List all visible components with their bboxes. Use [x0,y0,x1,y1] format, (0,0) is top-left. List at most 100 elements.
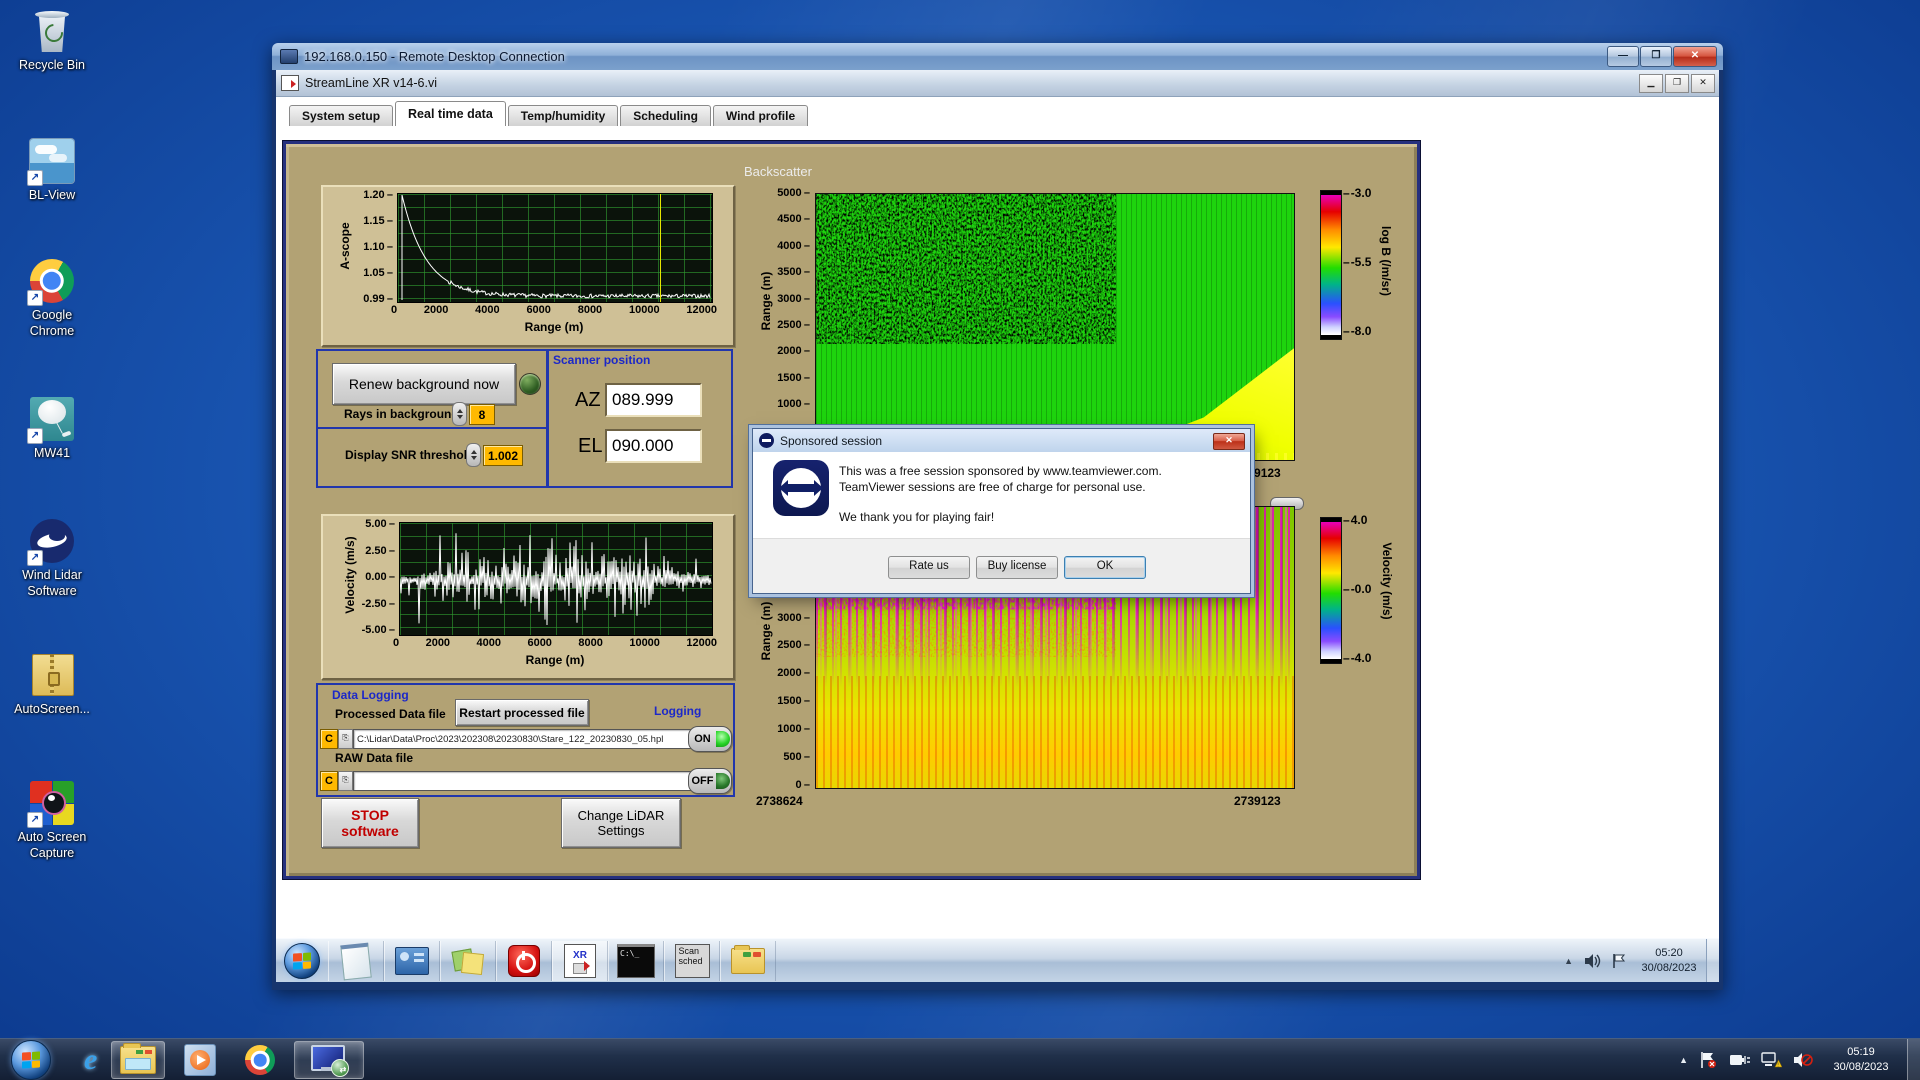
rdp-minimize-button[interactable]: — [1607,46,1639,67]
host-taskbar-explorer[interactable] [111,1041,166,1079]
host-power-battery-icon[interactable] [1728,1051,1750,1069]
rays-value[interactable]: 8 [469,404,495,425]
tab-wind-profile[interactable]: Wind profile [712,105,809,126]
tab-temp-humidity[interactable]: Temp/humidity [507,105,619,126]
remote-volume-icon[interactable] [1583,953,1601,969]
remote-taskbar-shutdown[interactable] [496,941,552,981]
tick-label: 3000 [777,293,810,305]
tick-label: 8000 [577,304,603,316]
remote-action-center-flag-icon[interactable] [1611,953,1627,969]
raw-logging-toggle[interactable]: OFF [688,768,732,794]
renew-background-button[interactable]: Renew background now [332,363,516,405]
background-led-indicator [519,373,541,395]
raw-path-field[interactable] [353,771,693,791]
snr-value[interactable]: 1.002 [483,445,523,466]
desktop-icon-wind-lidar[interactable]: ↗ Wind Lidar Software [8,518,96,599]
host-clock[interactable]: 05:19 30/08/2023 [1819,1045,1903,1075]
stop-software-button[interactable]: STOP software [321,798,419,848]
remote-taskbar-scan-scheduler[interactable]: Scan sched [664,941,720,981]
host-show-desktop-button[interactable] [1907,1039,1920,1080]
buy-license-button[interactable]: Buy license [976,556,1058,579]
tab-system-setup[interactable]: System setup [289,105,394,126]
tab-bar: System setup Real time data Temp/humidity S… [289,101,810,126]
app-close-button[interactable]: ✕ [1691,74,1715,93]
desktop-icon-mw41[interactable]: ↗ MW41 [8,396,96,462]
tab-scheduling[interactable]: Scheduling [620,105,711,126]
ascope-plot[interactable] [397,193,713,303]
tick-label: 4000 [476,637,501,649]
tick-label: 500 [783,751,810,763]
desktop-icon-auto-screen-capture[interactable]: ↗ Auto Screen Capture [8,780,96,861]
dialog-close-button[interactable]: ✕ [1213,433,1245,450]
desktop-icon-recycle-bin[interactable]: Recycle Bin [8,8,96,74]
processed-path-field[interactable]: C:\Lidar\Data\Proc\2023\202308\20230830\… [353,729,693,749]
rdp-title-bar[interactable]: 192.168.0.150 - Remote Desktop Connectio… [272,43,1723,70]
remote-clock[interactable]: 05:20 30/08/2023 [1632,946,1706,976]
remote-taskbar: XR C:\_ Scan sched ▲ 05:20 30/08/2023 [276,938,1719,982]
snr-label: Display SNR threshold [345,448,475,462]
backscatter-colorbar [1320,190,1342,340]
rdp-monitor-icon: ⇄ [311,1045,350,1077]
host-taskbar-rdp[interactable]: ⇄ [294,1041,365,1079]
on-lens-icon [716,731,730,747]
ok-button[interactable]: OK [1064,556,1146,579]
rdp-maximize-button[interactable]: ❐ [1640,46,1672,67]
el-value[interactable]: 090.000 [605,429,702,463]
change-lidar-settings-button[interactable]: Change LiDAR Settings [561,798,681,848]
host-action-center-flag-icon[interactable] [1698,1051,1718,1069]
processed-drive-letter[interactable]: C [320,729,338,749]
processed-browse-icon[interactable]: ⎘ [338,729,353,749]
backscatter-heatmap[interactable] [815,193,1295,461]
remote-taskbar-cmd[interactable]: C:\_ [608,941,664,981]
tick-label: 0 [393,637,400,649]
host-taskbar-ie[interactable]: e [76,1042,105,1078]
app-title-bar[interactable]: StreamLine XR v14-6.vi ▁ ❐ ✕ [276,70,1719,97]
desktop-icon-bl-view[interactable]: ↗ BL-View [8,138,96,204]
rdp-close-button[interactable]: ✕ [1673,46,1717,67]
logging-label: Logging [654,704,702,718]
raw-browse-icon[interactable]: ⎘ [338,771,353,791]
rays-spinner[interactable] [452,402,467,426]
tick-label: 4000 [777,240,810,252]
host-network-warning-icon[interactable]: ! [1760,1051,1782,1069]
rate-us-button[interactable]: Rate us [888,556,970,579]
xr-vi-icon: XR [564,944,596,978]
velocity-plot[interactable] [399,522,713,636]
desktop-icon-autoscreen-zip[interactable]: AutoScreen... [8,652,96,718]
host-taskbar-wmp[interactable] [176,1042,224,1078]
dialog-title-bar[interactable]: Sponsored session [753,429,1250,453]
app-minimize-button[interactable]: ▁ [1639,74,1663,93]
remote-start-button[interactable] [276,942,328,979]
remote-taskbar-notepad[interactable] [328,941,384,981]
ascope-yticks: 1.20 1.15 1.10 1.05 0.99 [359,189,393,305]
host-taskbar-chrome[interactable] [237,1042,283,1078]
host-start-button[interactable] [3,1040,59,1080]
tick-label: 1500 [777,372,810,384]
desktop-icon-label: MW41 [33,446,71,460]
tick-label: -2.50 [362,598,395,610]
tick-label: 2500 [777,639,810,651]
remote-taskbar-sticky-notes[interactable] [440,941,496,981]
remote-show-desktop-button[interactable] [1706,939,1719,982]
desktop-icon-google-chrome[interactable]: ↗ Google Chrome [8,258,96,339]
cursor-line[interactable] [660,194,661,302]
chrome-icon [245,1045,276,1075]
az-value[interactable]: 089.999 [605,383,702,417]
remote-tray-expand-icon[interactable]: ▲ [1564,956,1573,966]
snr-spinner[interactable] [466,443,481,467]
tab-real-time-data[interactable]: Real time data [395,101,506,126]
raw-drive-letter[interactable]: C [320,771,338,791]
host-volume-muted-icon[interactable] [1792,1051,1814,1069]
processed-logging-toggle[interactable]: ON [688,726,732,752]
dialog-body: This was a free session sponsored by www… [753,452,1250,539]
folder-icon [731,945,765,974]
restart-processed-button[interactable]: Restart processed file [455,699,589,726]
remote-taskbar-display-settings[interactable] [384,941,440,981]
host-tray-expand-icon[interactable]: ▲ [1679,1055,1688,1065]
rays-label: Rays in background [344,407,459,421]
tick-label: 4500 [777,213,810,225]
velocity-ylabel: Velocity (m/s) [343,536,357,614]
app-restore-button[interactable]: ❐ [1665,74,1689,93]
remote-taskbar-explorer[interactable] [720,941,776,981]
remote-taskbar-streamline-xr[interactable]: XR [552,941,608,981]
